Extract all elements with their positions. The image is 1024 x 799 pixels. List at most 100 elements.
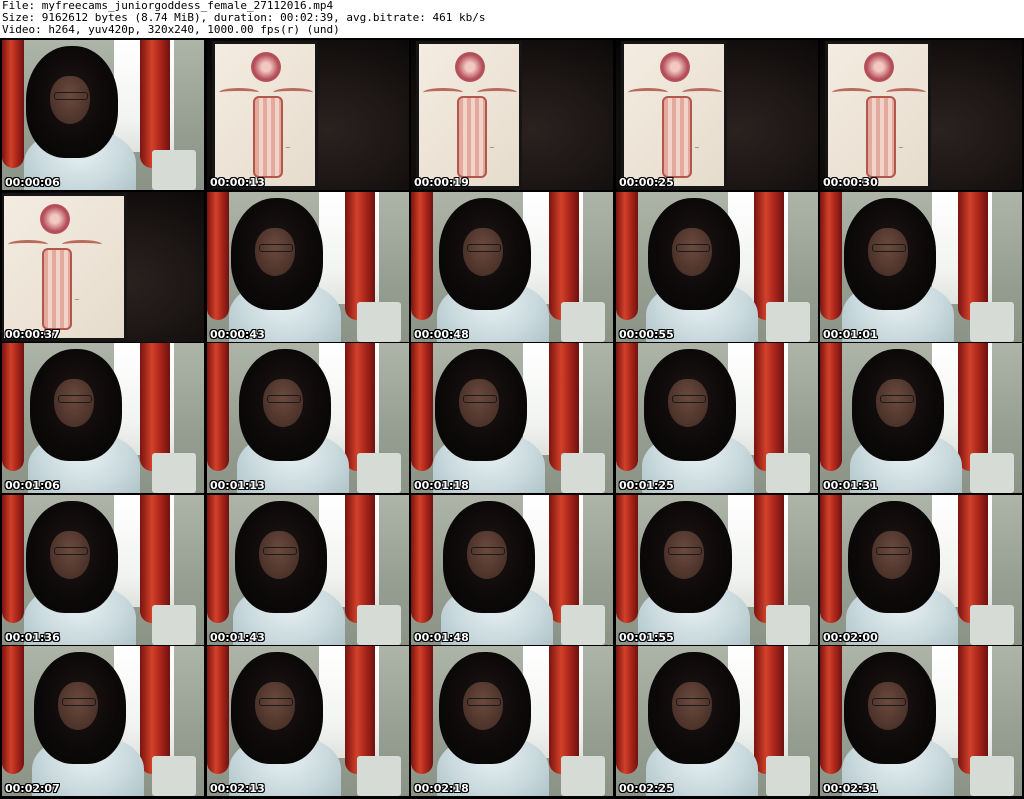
embryo-illustration	[251, 52, 281, 82]
face	[668, 379, 708, 427]
anatomy-drawing: ~	[4, 196, 124, 338]
embryo-illustration	[864, 52, 894, 82]
thumbnail-frame: 00:01:31	[820, 343, 1022, 493]
thumbnail-frame: ~00:00:13	[207, 40, 409, 190]
red-curtain	[207, 192, 229, 320]
thumbnail-frame: 00:00:48	[411, 192, 613, 342]
tube-illustration	[219, 88, 259, 97]
face	[50, 531, 90, 579]
face	[58, 682, 98, 730]
thumbnail-frame: 00:01:48	[411, 495, 613, 645]
chair	[152, 453, 196, 493]
glasses	[668, 547, 702, 555]
red-curtain	[140, 40, 170, 168]
thumbnail-frame: 00:00:43	[207, 192, 409, 342]
organ-illustration	[457, 96, 487, 178]
chair	[970, 605, 1014, 645]
artist-signature: ~	[285, 144, 291, 152]
chair	[152, 150, 196, 190]
glasses	[676, 698, 710, 706]
red-curtain	[2, 646, 24, 774]
face	[54, 379, 94, 427]
red-curtain	[2, 343, 24, 471]
red-curtain	[207, 646, 229, 774]
thumbnail-timestamp: 00:01:06	[5, 479, 60, 492]
glasses	[259, 698, 293, 706]
red-curtain	[2, 40, 24, 168]
face	[467, 531, 507, 579]
thumbnail-frame: ~00:00:25	[616, 40, 818, 190]
thumbnail-timestamp: 00:00:37	[5, 328, 60, 341]
red-curtain	[616, 343, 638, 471]
red-curtain	[958, 343, 988, 471]
chair	[970, 453, 1014, 493]
thumbnail-frame: 00:02:00	[820, 495, 1022, 645]
face	[868, 682, 908, 730]
glasses	[467, 698, 501, 706]
thumbnail-timestamp: 00:00:48	[414, 328, 469, 341]
thumbnail-frame: ~00:00:19	[411, 40, 613, 190]
anatomy-drawing: ~	[419, 44, 519, 186]
organ-illustration	[866, 96, 896, 178]
tube-illustration	[628, 88, 668, 97]
red-curtain	[958, 495, 988, 623]
glasses	[58, 395, 92, 403]
artist-signature: ~	[489, 144, 495, 152]
thumbnail-timestamp: 00:00:25	[619, 176, 674, 189]
red-curtain	[345, 343, 375, 471]
glasses	[876, 547, 910, 555]
thumbnail-timestamp: 00:00:43	[210, 328, 265, 341]
thumbnail-frame: 00:01:25	[616, 343, 818, 493]
chair	[357, 605, 401, 645]
red-curtain	[2, 495, 24, 623]
glasses	[872, 244, 906, 252]
red-curtain	[820, 192, 842, 320]
thumbnail-timestamp: 00:01:43	[210, 631, 265, 644]
video-info-line: Video: h264, yuv420p, 320x240, 1000.00 f…	[2, 23, 340, 37]
thumbnail-timestamp: 00:00:13	[210, 176, 265, 189]
chair	[561, 453, 605, 493]
red-curtain	[754, 495, 784, 623]
red-curtain	[958, 646, 988, 774]
chair	[970, 302, 1014, 342]
red-curtain	[140, 646, 170, 774]
red-curtain	[820, 646, 842, 774]
glasses	[872, 698, 906, 706]
chair	[152, 605, 196, 645]
red-curtain	[549, 192, 579, 320]
face	[872, 531, 912, 579]
red-curtain	[140, 343, 170, 471]
thumbnail-frame: 00:01:13	[207, 343, 409, 493]
anatomy-drawing: ~	[828, 44, 928, 186]
thumbnail-timestamp: 00:02:31	[823, 782, 878, 795]
thumbnail-grid: 00:00:06 ~00:00:13 ~00:00:19 ~00:00:25 ~00:0…	[0, 38, 1024, 799]
red-curtain	[616, 495, 638, 623]
face	[664, 531, 704, 579]
red-curtain	[616, 192, 638, 320]
glasses	[259, 244, 293, 252]
chair	[766, 302, 810, 342]
face	[263, 379, 303, 427]
thumbnail-timestamp: 00:01:18	[414, 479, 469, 492]
thumbnail-frame: 00:01:18	[411, 343, 613, 493]
organ-illustration	[42, 248, 72, 330]
tube-illustration	[423, 88, 463, 97]
embryo-illustration	[660, 52, 690, 82]
thumbnail-frame: 00:01:36	[2, 495, 204, 645]
chair	[561, 756, 605, 796]
red-curtain	[140, 495, 170, 623]
glasses	[467, 244, 501, 252]
thumbnail-frame: 00:01:55	[616, 495, 818, 645]
glasses	[267, 395, 301, 403]
tube-illustration	[832, 88, 872, 97]
thumbnail-timestamp: 00:01:48	[414, 631, 469, 644]
chair	[766, 756, 810, 796]
face	[672, 228, 712, 276]
face	[868, 228, 908, 276]
red-curtain	[345, 495, 375, 623]
thumbnail-timestamp: 00:01:01	[823, 328, 878, 341]
red-curtain	[754, 343, 784, 471]
chair	[561, 605, 605, 645]
anatomy-drawing: ~	[215, 44, 315, 186]
glasses	[471, 547, 505, 555]
